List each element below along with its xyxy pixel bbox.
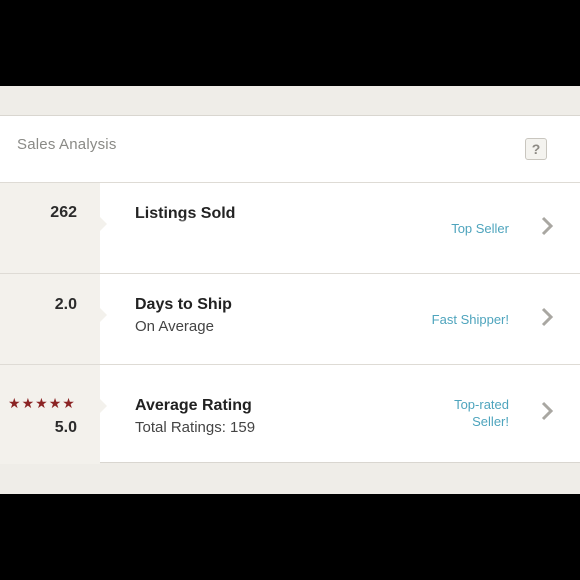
total-ratings-subtitle: Total Ratings: 159 xyxy=(135,419,256,436)
listings-sold-label: Listings Sold xyxy=(135,205,236,222)
top-rated-seller-link[interactable]: Top-rated Seller! xyxy=(454,396,509,430)
star-icon: ★ xyxy=(8,395,21,411)
listings-sold-count: 262 xyxy=(50,204,77,221)
sales-analysis-card: Sales Analysis ? 262 Listings Sold Top S… xyxy=(0,115,580,464)
star-icon: ★ xyxy=(48,395,62,411)
average-rating-label: Average Rating xyxy=(135,397,252,414)
sales-analysis-screen: Sales Analysis ? 262 Listings Sold Top S… xyxy=(0,86,580,494)
top-rated-line-2: Seller! xyxy=(472,414,509,429)
average-rating-value: 5.0 xyxy=(54,419,77,436)
redacted-area xyxy=(108,226,383,256)
row-metric-panel: ★ ★ ★ ★ ★ 5.0 xyxy=(0,365,107,464)
question-mark-icon[interactable]: ? xyxy=(525,138,547,160)
days-to-ship-row[interactable]: 2.0 Days to Ship On Average Fast Shipper… xyxy=(0,274,580,365)
chevron-right-icon[interactable] xyxy=(540,216,554,236)
star-icon: ★ xyxy=(21,395,35,411)
fast-shipper-link[interactable]: Fast Shipper! xyxy=(432,311,509,328)
chevron-right-icon[interactable] xyxy=(540,401,554,421)
row-metric-panel: 262 xyxy=(0,183,107,273)
top-rated-line-1: Top-rated xyxy=(454,397,509,412)
row-metric-panel: 2.0 xyxy=(0,274,107,364)
chevron-right-icon[interactable] xyxy=(540,307,554,327)
page-title: Sales Analysis xyxy=(17,136,117,153)
card-header: Sales Analysis ? xyxy=(0,116,580,183)
days-to-ship-label: Days to Ship xyxy=(135,296,232,313)
rating-stars: ★ ★ ★ ★ ★ xyxy=(8,396,75,410)
days-to-ship-subtitle: On Average xyxy=(135,318,214,335)
star-icon: ★ xyxy=(62,395,75,411)
average-rating-row[interactable]: ★ ★ ★ ★ ★ 5.0 Average Rating Total Ratings: … xyxy=(0,365,580,464)
listings-sold-row[interactable]: 262 Listings Sold Top Seller xyxy=(0,183,580,274)
days-to-ship-value: 2.0 xyxy=(54,296,77,313)
top-seller-link[interactable]: Top Seller xyxy=(451,220,509,237)
star-icon: ★ xyxy=(35,395,48,411)
